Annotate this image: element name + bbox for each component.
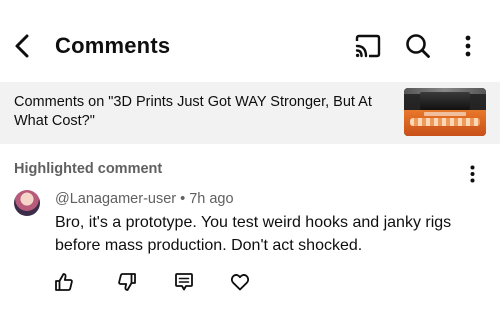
reply-button[interactable] [173,270,195,294]
comment-meta: @Lanagamer-user • 7h ago [55,190,234,208]
comments-screen: Comments Comments on "3D Prints Just Got… [0,0,500,316]
dislike-icon [117,272,137,292]
thumbnail-filament-strip [410,118,480,126]
page-title: Comments [55,33,171,58]
comment-author[interactable]: @Lanagamer-user [55,191,176,207]
cast-button[interactable] [352,32,384,60]
reply-icon [174,272,194,292]
dislike-button[interactable] [116,270,138,294]
more-options-button[interactable] [456,32,480,60]
like-icon [54,272,74,292]
back-button[interactable] [10,32,34,60]
meta-separator: • [180,191,186,207]
video-context-banner[interactable]: Comments on "3D Prints Just Got WAY Stro… [0,82,500,144]
comment-timestamp: 7h ago [189,191,234,207]
thumbnail-caption-mark [424,112,466,116]
top-app-bar: Comments [0,0,500,84]
more-vert-icon [470,165,475,183]
chevron-left-icon [14,34,30,58]
video-title-context: Comments on "3D Prints Just Got WAY Stro… [14,94,372,129]
video-thumbnail[interactable] [404,88,486,136]
search-icon [405,33,431,59]
thumbnail-printer-image [420,92,470,110]
cast-icon [354,34,382,58]
heart-button[interactable] [229,270,251,294]
comment-body: Bro, it's a prototype. You test weird ho… [55,214,452,254]
avatar[interactable] [14,190,40,216]
comment-more-button[interactable] [462,162,482,186]
like-button[interactable] [53,270,75,294]
search-button[interactable] [403,32,433,60]
more-vert-icon [465,35,471,57]
highlighted-comment-label: Highlighted comment [14,161,163,177]
heart-icon [230,272,250,292]
